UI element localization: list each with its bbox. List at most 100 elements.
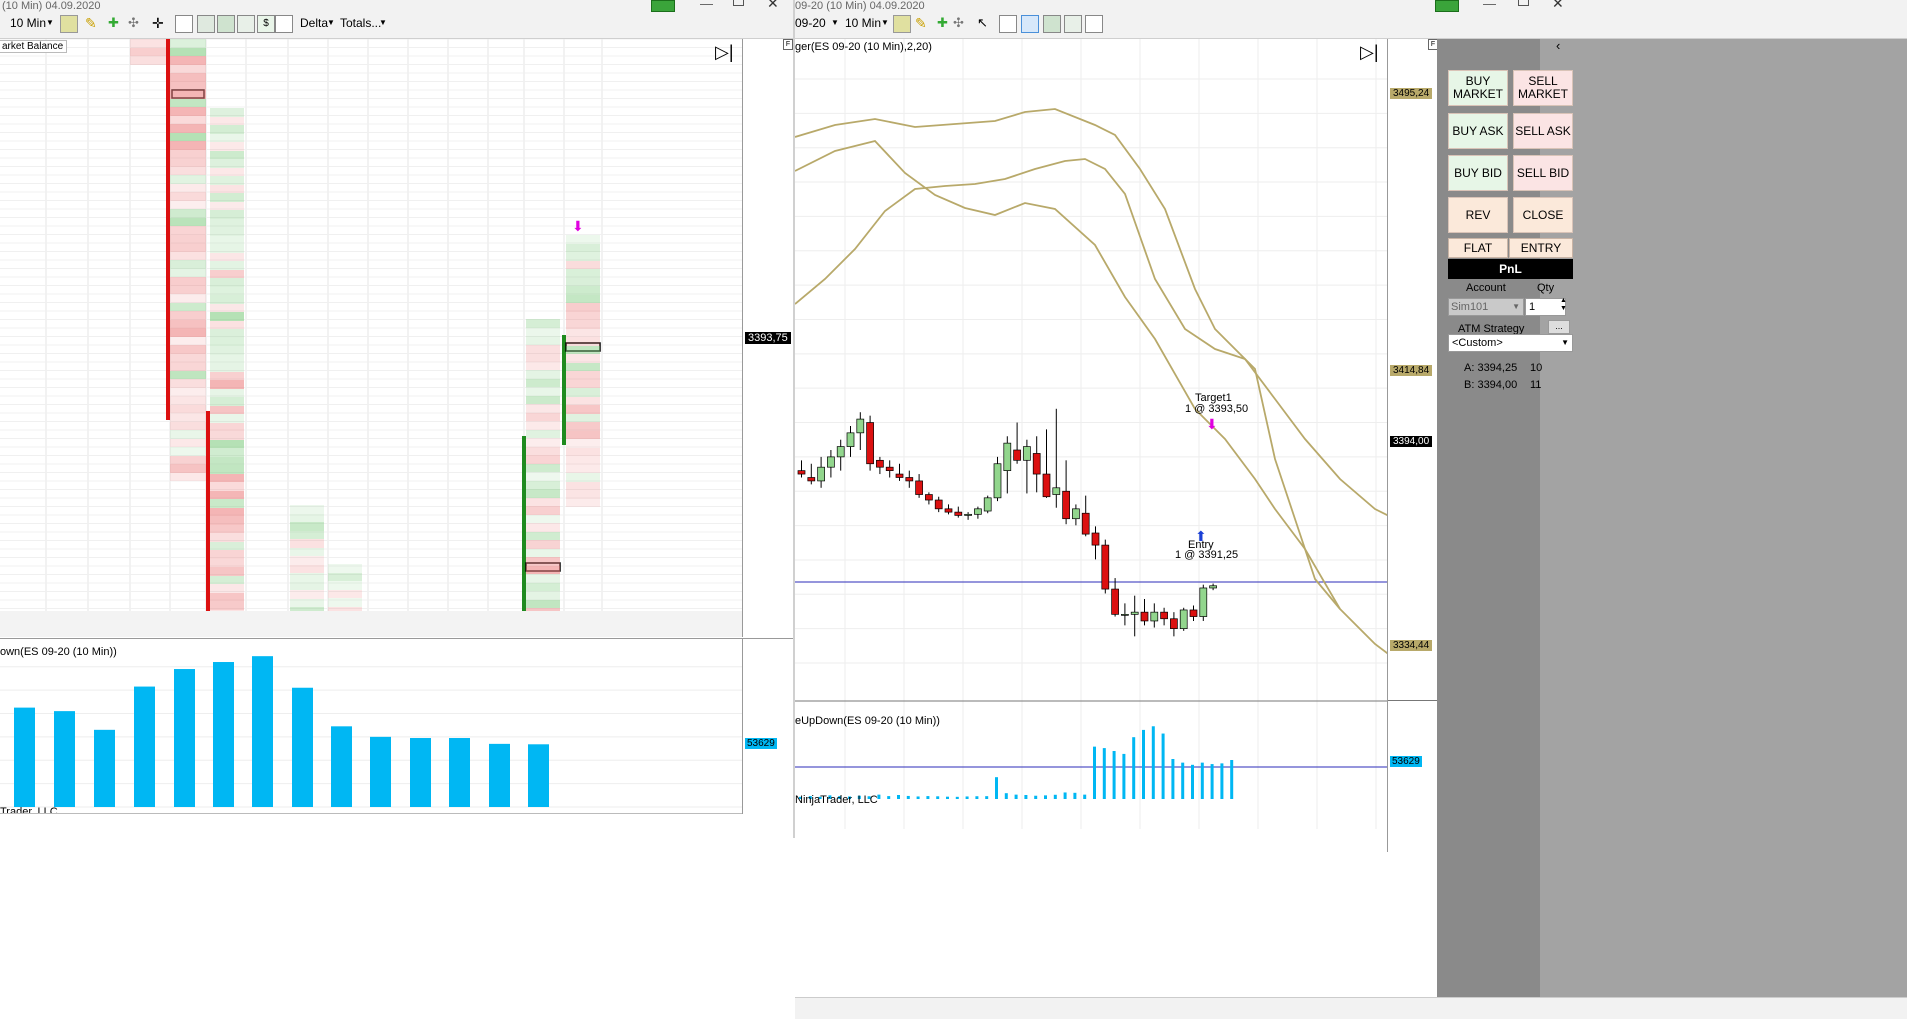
footprint-cell [170,311,206,320]
strategy-icon[interactable]: ✣ [128,15,144,31]
volume-bar [916,796,920,799]
footprint-cell [566,260,600,269]
order-flow-chart[interactable]: ⬇ arket Balance ▷| [0,39,742,637]
footprint-cell [210,465,244,474]
maximize-icon[interactable] [1518,0,1529,6]
select-pointer-icon[interactable]: ↖ [977,15,993,31]
layout-icon[interactable] [197,15,215,33]
footprint-cell [210,397,244,406]
footprint-cell [170,192,206,201]
footprint-cell [170,455,206,464]
account-select[interactable]: Sim101 ▼ [1448,298,1524,316]
scroll-end-icon[interactable]: ▷| [1360,42,1379,63]
target-arrow-icon: ⬇ [1206,416,1218,432]
pencil-icon[interactable]: ✎ [85,15,101,31]
candle-body [856,418,865,434]
volume-bar [995,777,998,799]
atm-strategy-select[interactable]: <Custom> ▼ [1448,334,1573,352]
atm-settings-button[interactable]: ... [1548,320,1570,334]
chevron-down-icon[interactable]: ▼ [881,14,889,32]
buy-market-button[interactable]: BUY MARKET [1448,70,1508,106]
footprint-cell [290,539,324,548]
add-indicator-icon[interactable]: ✚ [937,15,953,31]
footprint-cell [170,124,206,133]
scroll-end-icon[interactable]: ▷| [715,42,734,63]
sell-bid-button[interactable]: SELL BID [1513,155,1573,191]
stepper-arrows-icon[interactable]: ▲ ▼ [1560,297,1567,313]
reverse-button[interactable]: REV [1448,197,1508,233]
footprint-cell [566,277,600,286]
link-badge[interactable] [1435,0,1459,12]
left-interval-selector[interactable]: 10 Min [10,14,46,32]
chart-panel-icon[interactable] [217,15,235,33]
properties-icon[interactable] [237,15,255,33]
footprint-cell [526,429,560,438]
instrument-partial[interactable]: 09-20 [795,14,826,32]
right-toolbar: 09-20 (10 Min) 04.09.2020 09-20 ▼ 10 Min… [795,0,1907,39]
volume-bar [292,687,313,807]
left-time-axis[interactable] [0,813,742,839]
sell-ask-button[interactable]: SELL ASK [1513,113,1573,149]
crosshair-icon[interactable]: ✛ [152,15,168,31]
close-icon[interactable]: ✕ [1552,0,1564,12]
minimize-icon[interactable]: — [1483,0,1496,11]
right-price-axis[interactable]: F 3495,24 3414,84 3394,00 3334,44 53629 [1387,39,1438,852]
candlestick-chart[interactable]: ⬇ ⬆ ger(ES 09-20 (10 Min),2,20) ▷| Target… [795,39,1387,852]
footprint-cell [170,243,206,252]
footprint-cell [130,47,166,56]
layout-icon[interactable] [1021,15,1039,33]
footprint-cell [210,218,244,227]
chevron-down-icon[interactable]: ▼ [379,14,387,32]
chart-panel-icon[interactable] [1043,15,1061,33]
footprint-cell [210,159,244,168]
footprint-cell [210,541,244,550]
bars-type-icon[interactable] [60,15,78,33]
link-badge[interactable] [651,0,675,12]
footprint-cell [170,362,206,371]
totals-selector[interactable]: Totals... [340,14,381,32]
footprint-cell [170,396,206,405]
footprint-cell [526,574,560,583]
footprint-cell [566,286,600,295]
candle-body [797,470,806,475]
delta-selector[interactable]: Delta [300,14,328,32]
candle-body [1091,532,1100,546]
zoom-icon[interactable] [999,15,1017,33]
footprint-cell [526,531,560,540]
left-volume-pane[interactable]: own(ES 09-20 (10 Min)) Trader, LLC [0,638,742,814]
candle-body [885,466,894,471]
buy-bid-button[interactable]: BUY BID [1448,155,1508,191]
footprint-cell [210,235,244,244]
axis-menu-icon[interactable]: F [783,39,793,50]
pencil-icon[interactable]: ✎ [915,15,931,31]
dollar-icon[interactable]: $ [257,15,275,33]
volume-bar [94,729,115,807]
footprint-cell [170,64,206,73]
strategy-icon[interactable]: ✣ [953,15,969,31]
close-position-button[interactable]: CLOSE [1513,197,1573,233]
close-icon[interactable]: ✕ [767,0,779,12]
chevron-down-icon[interactable]: ▼ [46,14,54,32]
minimize-icon[interactable]: — [700,0,713,11]
chevron-down-icon[interactable]: ▼ [327,14,335,32]
horizontal-scrollbar[interactable] [795,997,1907,1019]
data-box-icon[interactable] [275,15,293,33]
candle-body [836,446,845,458]
zoom-icon[interactable] [175,15,193,33]
volume-marker: 53629 [745,738,777,749]
data-box-icon[interactable] [1085,15,1103,33]
sell-market-button[interactable]: SELL MARKET [1513,70,1573,106]
right-time-axis[interactable] [795,975,1387,997]
candle-body [905,477,914,482]
properties-icon[interactable] [1064,15,1082,33]
left-price-axis[interactable]: F 3393,75 [742,39,794,637]
add-indicator-icon[interactable]: ✚ [108,15,124,31]
left-volume-axis[interactable]: 53629 [742,638,794,814]
collapse-panel-icon[interactable]: ‹ [1556,38,1560,53]
buy-ask-button[interactable]: BUY ASK [1448,113,1508,149]
footprint-cell [566,294,600,303]
maximize-icon[interactable] [733,0,744,6]
chevron-down-icon[interactable]: ▼ [831,14,839,32]
right-interval-selector[interactable]: 10 Min [845,14,881,32]
bars-type-icon[interactable] [893,15,911,33]
